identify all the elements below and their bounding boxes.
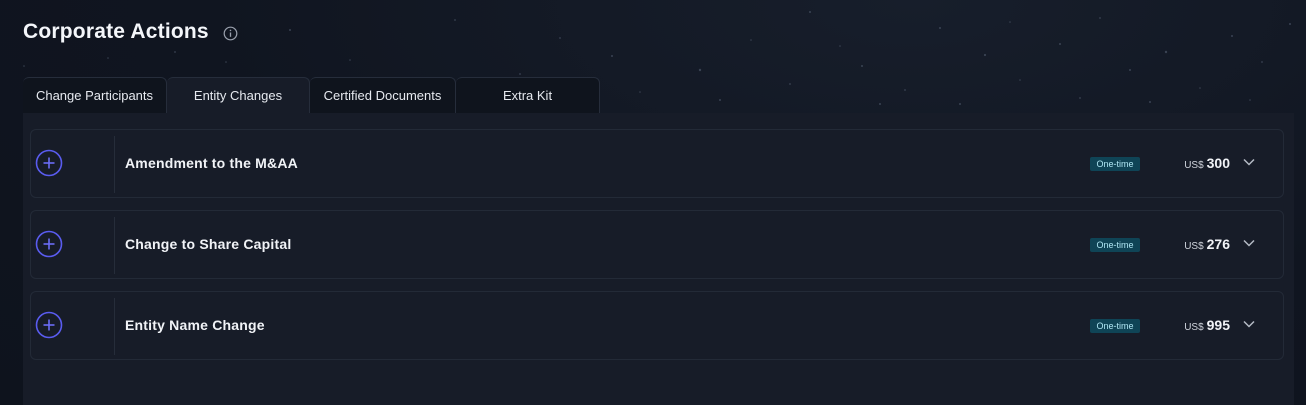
service-price: US$ 995 xyxy=(1184,317,1230,335)
service-row-entity-name-change[interactable]: Entity Name Change One-time US$ 995 xyxy=(30,291,1284,360)
page-header: Corporate Actions xyxy=(23,20,238,44)
chevron-down-icon[interactable] xyxy=(1242,157,1256,167)
plus-circle-icon[interactable] xyxy=(35,311,63,339)
tab-entity-changes[interactable]: Entity Changes xyxy=(167,77,310,113)
price-amount: 995 xyxy=(1206,317,1230,333)
price-currency: US$ xyxy=(1184,322,1204,333)
row-divider xyxy=(114,298,115,355)
one-time-badge: One-time xyxy=(1090,319,1140,333)
row-divider xyxy=(114,136,115,193)
corporate-actions-page: Corporate Actions Change Participants En… xyxy=(0,0,1306,405)
tab-bar: Change Participants Entity Changes Certi… xyxy=(23,77,600,113)
price-amount: 300 xyxy=(1206,155,1230,171)
price-currency: US$ xyxy=(1184,241,1204,252)
one-time-badge: One-time xyxy=(1090,157,1140,171)
chevron-down-icon[interactable] xyxy=(1242,238,1256,248)
tab-change-participants[interactable]: Change Participants xyxy=(23,77,167,113)
chevron-down-icon[interactable] xyxy=(1242,319,1256,329)
service-row-share-capital[interactable]: Change to Share Capital One-time US$ 276 xyxy=(30,210,1284,279)
service-price: US$ 276 xyxy=(1184,236,1230,254)
tab-certified-documents[interactable]: Certified Documents xyxy=(310,77,456,113)
service-title: Amendment to the M&AA xyxy=(125,155,298,171)
service-price: US$ 300 xyxy=(1184,155,1230,173)
service-row-amendment[interactable]: Amendment to the M&AA One-time US$ 300 xyxy=(30,129,1284,198)
tab-extra-kit[interactable]: Extra Kit xyxy=(456,77,600,113)
page-title: Corporate Actions xyxy=(23,20,209,43)
one-time-badge: One-time xyxy=(1090,238,1140,252)
plus-circle-icon[interactable] xyxy=(35,230,63,258)
service-title: Entity Name Change xyxy=(125,317,265,333)
price-amount: 276 xyxy=(1206,236,1230,252)
price-currency: US$ xyxy=(1184,160,1204,171)
service-title: Change to Share Capital xyxy=(125,236,292,252)
plus-circle-icon[interactable] xyxy=(35,149,63,177)
info-icon[interactable] xyxy=(223,26,238,41)
tab-panel-entity-changes: Amendment to the M&AA One-time US$ 300 Ch… xyxy=(23,113,1294,405)
row-divider xyxy=(114,217,115,274)
